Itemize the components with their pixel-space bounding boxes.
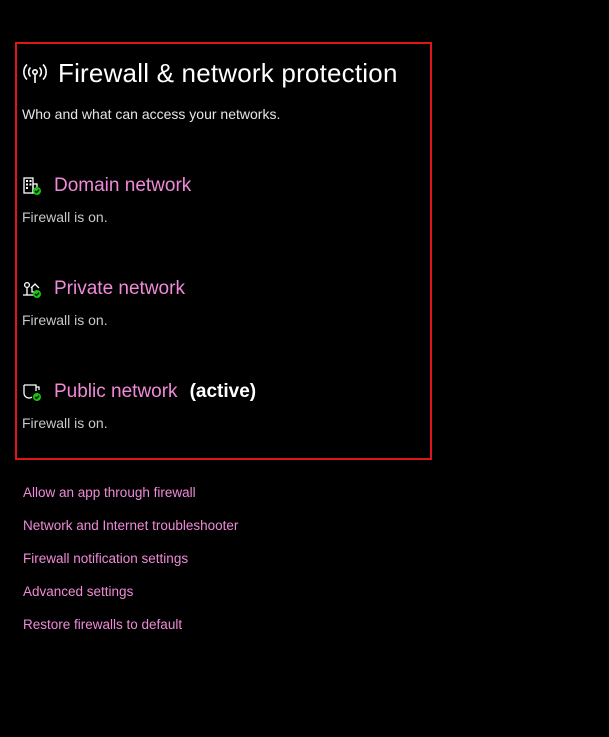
private-network-section: Private network Firewall is on. [22, 278, 185, 328]
domain-network-section: Domain network Firewall is on. [22, 175, 191, 225]
home-network-icon [22, 279, 42, 299]
page-subtitle: Who and what can access your networks. [22, 106, 281, 122]
public-network-icon [22, 382, 42, 402]
notification-settings-link[interactable]: Firewall notification settings [23, 550, 238, 583]
domain-network-link[interactable]: Domain network [22, 175, 191, 197]
page-header: Firewall & network protection [22, 58, 398, 89]
domain-network-title: Domain network [54, 175, 192, 196]
public-network-section: Public network (active) Firewall is on. [22, 381, 256, 431]
troubleshooter-link[interactable]: Network and Internet troubleshooter [23, 517, 238, 550]
private-network-title: Private network [54, 278, 185, 299]
allow-app-link[interactable]: Allow an app through firewall [23, 484, 238, 517]
page-title: Firewall & network protection [58, 58, 398, 88]
public-network-title: Public network [54, 381, 178, 402]
settings-links: Allow an app through firewall Network an… [23, 484, 238, 649]
building-icon [22, 176, 42, 196]
public-network-link[interactable]: Public network (active) [22, 381, 256, 403]
advanced-settings-link[interactable]: Advanced settings [23, 583, 238, 616]
wireless-antenna-icon [22, 61, 48, 87]
domain-network-status: Firewall is on. [22, 209, 108, 225]
restore-defaults-link[interactable]: Restore firewalls to default [23, 616, 238, 649]
public-network-status: Firewall is on. [22, 415, 108, 431]
private-network-link[interactable]: Private network [22, 278, 185, 300]
private-network-status: Firewall is on. [22, 312, 108, 328]
active-badge: (active) [189, 381, 257, 402]
